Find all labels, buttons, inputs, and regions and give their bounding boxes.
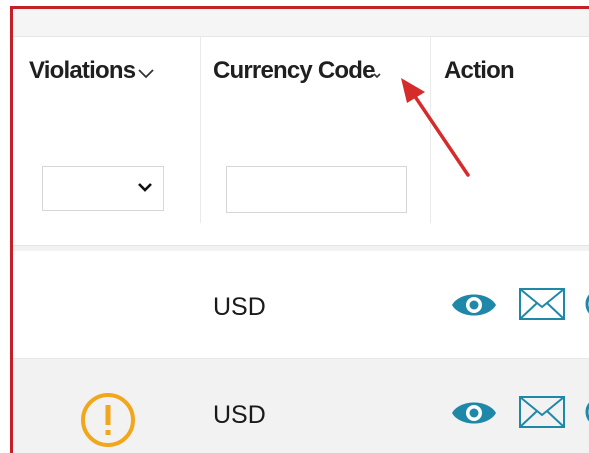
- column-header-violations[interactable]: Violations: [29, 57, 155, 86]
- currency-code-cell: USD: [213, 401, 266, 429]
- envelope-icon[interactable]: [518, 395, 566, 434]
- column-header-label: Currency Code: [213, 57, 375, 84]
- column-header-label: Action: [444, 57, 515, 84]
- chevron-down-icon[interactable]: [373, 58, 381, 86]
- column-separator: [430, 37, 431, 223]
- column-separator: [200, 37, 201, 223]
- eye-icon[interactable]: [450, 288, 498, 327]
- screenshot-frame: Violations Currency Code Action USD USD: [10, 6, 589, 453]
- violations-filter-select[interactable]: [42, 166, 164, 211]
- table-top-bar: [13, 9, 589, 37]
- currency-code-filter-input[interactable]: [226, 166, 407, 213]
- chevron-down-icon[interactable]: [137, 58, 155, 86]
- column-header-label: Violations: [29, 57, 136, 84]
- currency-code-cell: USD: [213, 293, 266, 321]
- column-header-currency-code[interactable]: Currency Code: [213, 57, 381, 86]
- column-header-action: Action: [444, 57, 515, 85]
- partial-action-icon[interactable]: [585, 289, 589, 324]
- chevron-down-icon: [137, 180, 153, 198]
- table-row[interactable]: USD: [13, 359, 589, 453]
- partial-action-icon[interactable]: [585, 397, 589, 432]
- eye-icon[interactable]: [450, 396, 498, 435]
- table-row[interactable]: USD: [13, 251, 589, 359]
- envelope-icon[interactable]: [518, 287, 566, 326]
- warning-icon: [79, 391, 137, 453]
